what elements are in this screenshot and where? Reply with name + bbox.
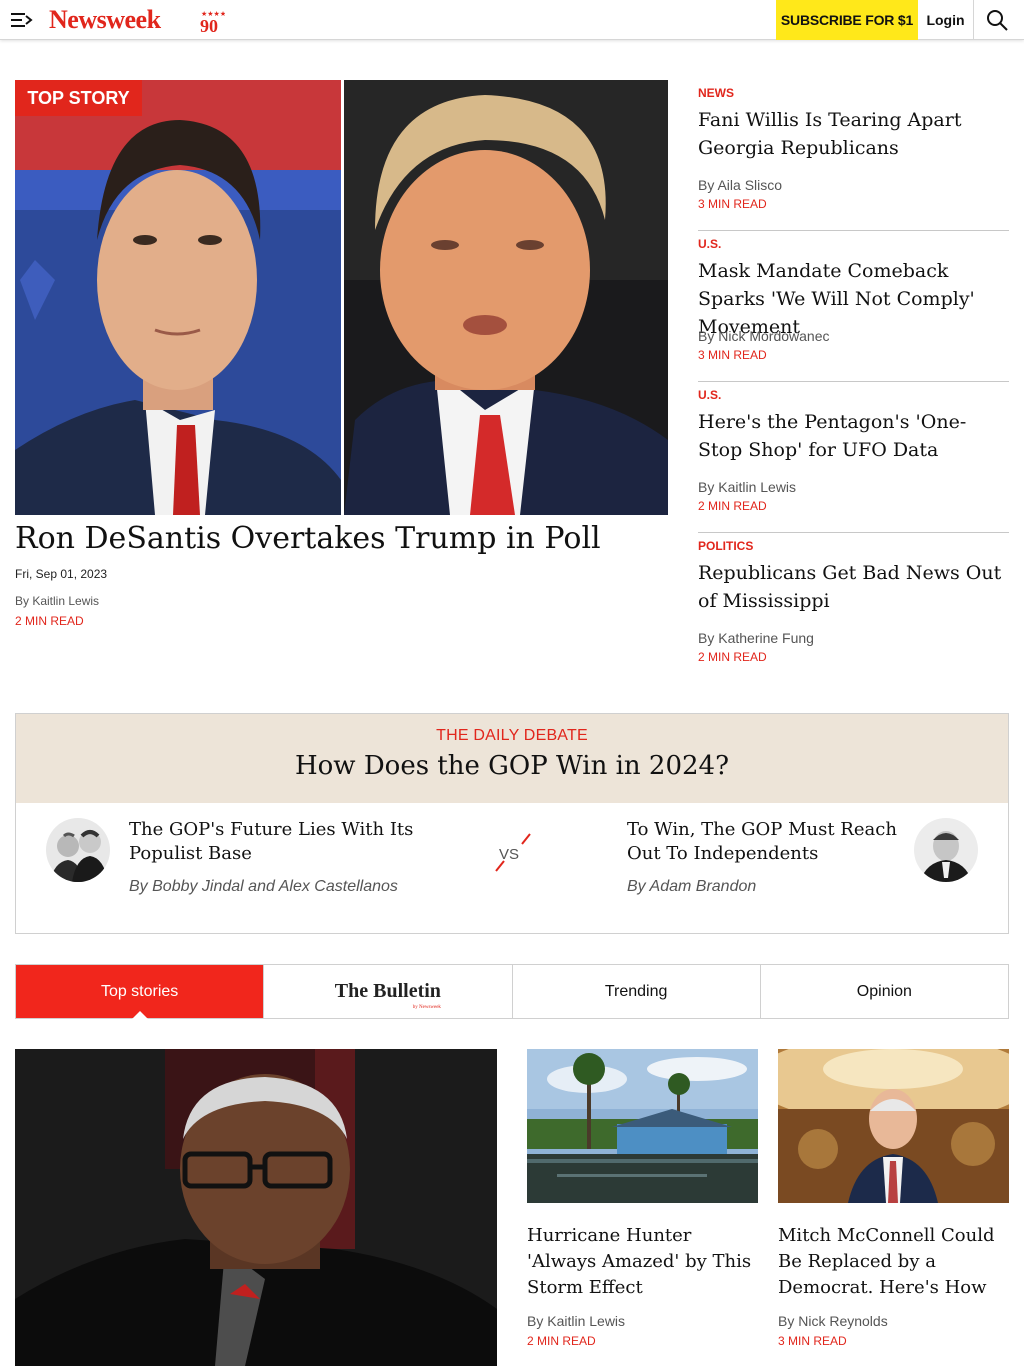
side-story-title[interactable]: Here's the Pentagon's 'One-Stop Shop' fo… [698,408,1009,466]
svg-text:VS: VS [499,846,519,863]
side-story-title[interactable]: Mask Mandate Comeback Sparks 'We Will No… [698,257,1009,338]
debate-kicker[interactable]: THE DAILY DEBATE [16,727,1008,745]
newsweek-logo[interactable]: Newsweek [49,5,161,35]
side-story: U.S. Here's the Pentagon's 'One-Stop Sho… [698,382,1009,533]
tab-trending[interactable]: Trending [511,965,760,1018]
story-tabs: Top stories The Bulletin by Newsweek Tren… [15,964,1009,1019]
story-card-read-time: 2 MIN READ [527,1334,596,1348]
top-story-image[interactable] [15,80,668,515]
story-card-byline[interactable]: By Kaitlin Lewis [527,1313,758,1329]
top-story-read-time: 2 MIN READ [15,614,84,628]
top-story-title[interactable]: Ron DeSantis Overtakes Trump in Poll [15,520,675,558]
menu-icon[interactable] [10,10,34,30]
site-header: Newsweek ★★★★ 90 SUBSCRIBE FOR $1 Login [0,0,1024,40]
story-card: Hurricane Hunter 'Always Amazed' by This… [527,1049,758,1348]
debate-left-title[interactable]: The GOP's Future Lies With Its Populist … [129,818,429,866]
story-card-title[interactable]: Mitch McConnell Could Be Replaced by a D… [778,1223,1009,1301]
side-story-category[interactable]: NEWS [698,86,1009,100]
top-story-byline[interactable]: By Kaitlin Lewis [15,594,99,608]
side-story-read-time: 3 MIN READ [698,348,767,362]
side-story-read-time: 3 MIN READ [698,197,767,211]
tab-the-bulletin[interactable]: The Bulletin by Newsweek [263,965,511,1018]
side-story-read-time: 2 MIN READ [698,499,767,513]
story-card-byline[interactable]: By Nick Reynolds [778,1313,1009,1329]
login-button[interactable]: Login [918,0,974,40]
story-card-read-time: 3 MIN READ [778,1334,847,1348]
bulletin-logo: The Bulletin by Newsweek [334,980,441,1010]
debate-left-byline[interactable]: By Bobby Jindal and Alex Castellanos [129,878,398,896]
side-story-byline[interactable]: By Kaitlin Lewis [698,479,1009,495]
anniversary-badge: ★★★★ 90 [199,8,226,36]
debate-right-byline[interactable]: By Adam Brandon [627,878,756,896]
top-story-badge: TOP STORY [15,80,142,116]
debate-title[interactable]: How Does the GOP Win in 2024? [16,751,1008,781]
side-story-category[interactable]: POLITICS [698,539,1009,553]
side-story-category[interactable]: U.S. [698,388,1009,402]
svg-text:90: 90 [200,16,218,34]
story-card-image[interactable] [527,1049,758,1203]
side-story: U.S. Mask Mandate Comeback Sparks 'We Wi… [698,231,1009,382]
side-story-read-time: 2 MIN READ [698,650,767,664]
featured-story-image[interactable] [15,1049,497,1366]
tab-top-stories[interactable]: Top stories [16,965,264,1019]
debate-right-title[interactable]: To Win, The GOP Must Reach Out To Indepe… [627,818,907,866]
side-story-byline[interactable]: By Nick Mordowanec [698,328,1009,344]
versus-mark: VS [486,827,536,879]
side-story-title[interactable]: Fani Willis Is Tearing Apart Georgia Rep… [698,106,1009,164]
search-icon[interactable] [986,9,1010,31]
story-card-title[interactable]: Hurricane Hunter 'Always Amazed' by This… [527,1223,758,1301]
debate-left-avatar[interactable] [46,818,110,882]
top-story-date: Fri, Sep 01, 2023 [15,567,108,581]
story-card: Mitch McConnell Could Be Replaced by a D… [778,1049,1009,1348]
debate-right-avatar[interactable] [914,818,978,882]
side-stories: NEWS Fani Willis Is Tearing Apart Georgi… [698,80,1009,684]
side-story-byline[interactable]: By Aila Slisco [698,177,1009,193]
side-story-title[interactable]: Republicans Get Bad News Out of Mississi… [698,559,1009,617]
side-story: NEWS Fani Willis Is Tearing Apart Georgi… [698,80,1009,231]
story-card-image[interactable] [778,1049,1009,1203]
side-story-category[interactable]: U.S. [698,237,1009,251]
tab-opinion[interactable]: Opinion [759,965,1008,1018]
side-story-byline[interactable]: By Katherine Fung [698,630,1009,646]
debate-header: THE DAILY DEBATE How Does the GOP Win in… [16,714,1008,803]
daily-debate: THE DAILY DEBATE How Does the GOP Win in… [15,713,1009,934]
subscribe-button[interactable]: SUBSCRIBE FOR $1 [776,0,918,40]
side-story: POLITICS Republicans Get Bad News Out of… [698,533,1009,684]
